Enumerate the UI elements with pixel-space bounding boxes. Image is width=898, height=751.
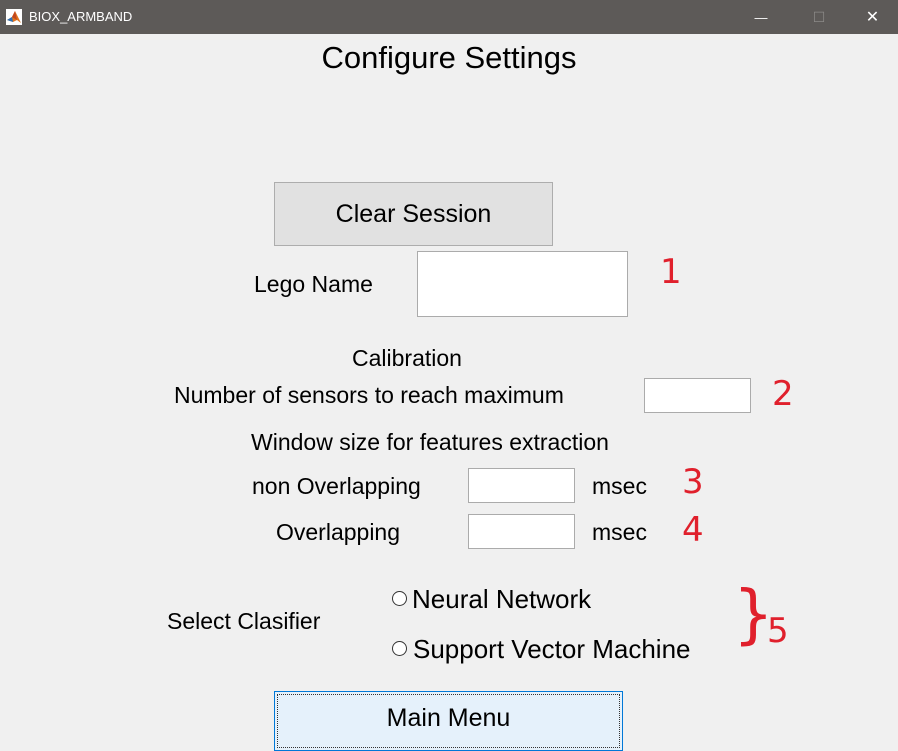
- annotation-mark-4: 4: [682, 510, 704, 550]
- svm-option[interactable]: Support Vector Machine: [392, 634, 712, 666]
- non-overlapping-label: non Overlapping: [252, 473, 421, 499]
- annotation-mark-1: 1: [660, 252, 682, 292]
- overlapping-label: Overlapping: [276, 519, 401, 545]
- neural-network-radio[interactable]: [392, 591, 407, 606]
- clear-session-button[interactable]: Clear Session: [274, 182, 553, 246]
- lego-name-input[interactable]: [417, 251, 628, 317]
- maximize-button[interactable]: ☐: [790, 0, 848, 34]
- close-icon: ✕: [865, 9, 880, 26]
- non-overlapping-input[interactable]: [468, 468, 575, 503]
- overlapping-unit: msec: [592, 519, 647, 545]
- svm-label: Support Vector Machine: [413, 634, 691, 664]
- calibration-heading: Calibration: [352, 345, 462, 371]
- sensors-input[interactable]: [644, 378, 751, 413]
- neural-network-label: Neural Network: [412, 584, 592, 614]
- classifier-label: Select Clasifier: [167, 608, 321, 634]
- overlapping-input[interactable]: [468, 514, 575, 549]
- close-button[interactable]: ✕: [847, 0, 898, 34]
- sensors-label: Number of sensors to reach maximum: [174, 382, 564, 408]
- non-overlapping-unit: msec: [592, 473, 647, 499]
- svm-radio[interactable]: [392, 641, 407, 656]
- minimize-button[interactable]: —: [732, 0, 790, 34]
- annotation-mark-3: 3: [682, 462, 704, 502]
- minimize-icon: —: [754, 9, 768, 25]
- neural-network-option[interactable]: Neural Network: [392, 584, 622, 616]
- window-title: BIOX_ARMBAND: [29, 9, 133, 24]
- window-size-heading: Window size for features extraction: [251, 429, 609, 455]
- lego-name-label: Lego Name: [254, 271, 373, 297]
- annotation-mark-2: 2: [772, 374, 794, 414]
- matlab-logo-icon: [6, 9, 22, 25]
- page-title: Configure Settings: [321, 40, 577, 75]
- annotation-mark-5: 5: [767, 611, 789, 651]
- window-titlebar: BIOX_ARMBAND — ☐ ✕: [0, 0, 898, 34]
- main-menu-button[interactable]: Main Menu: [274, 691, 623, 751]
- maximize-icon: ☐: [812, 8, 826, 25]
